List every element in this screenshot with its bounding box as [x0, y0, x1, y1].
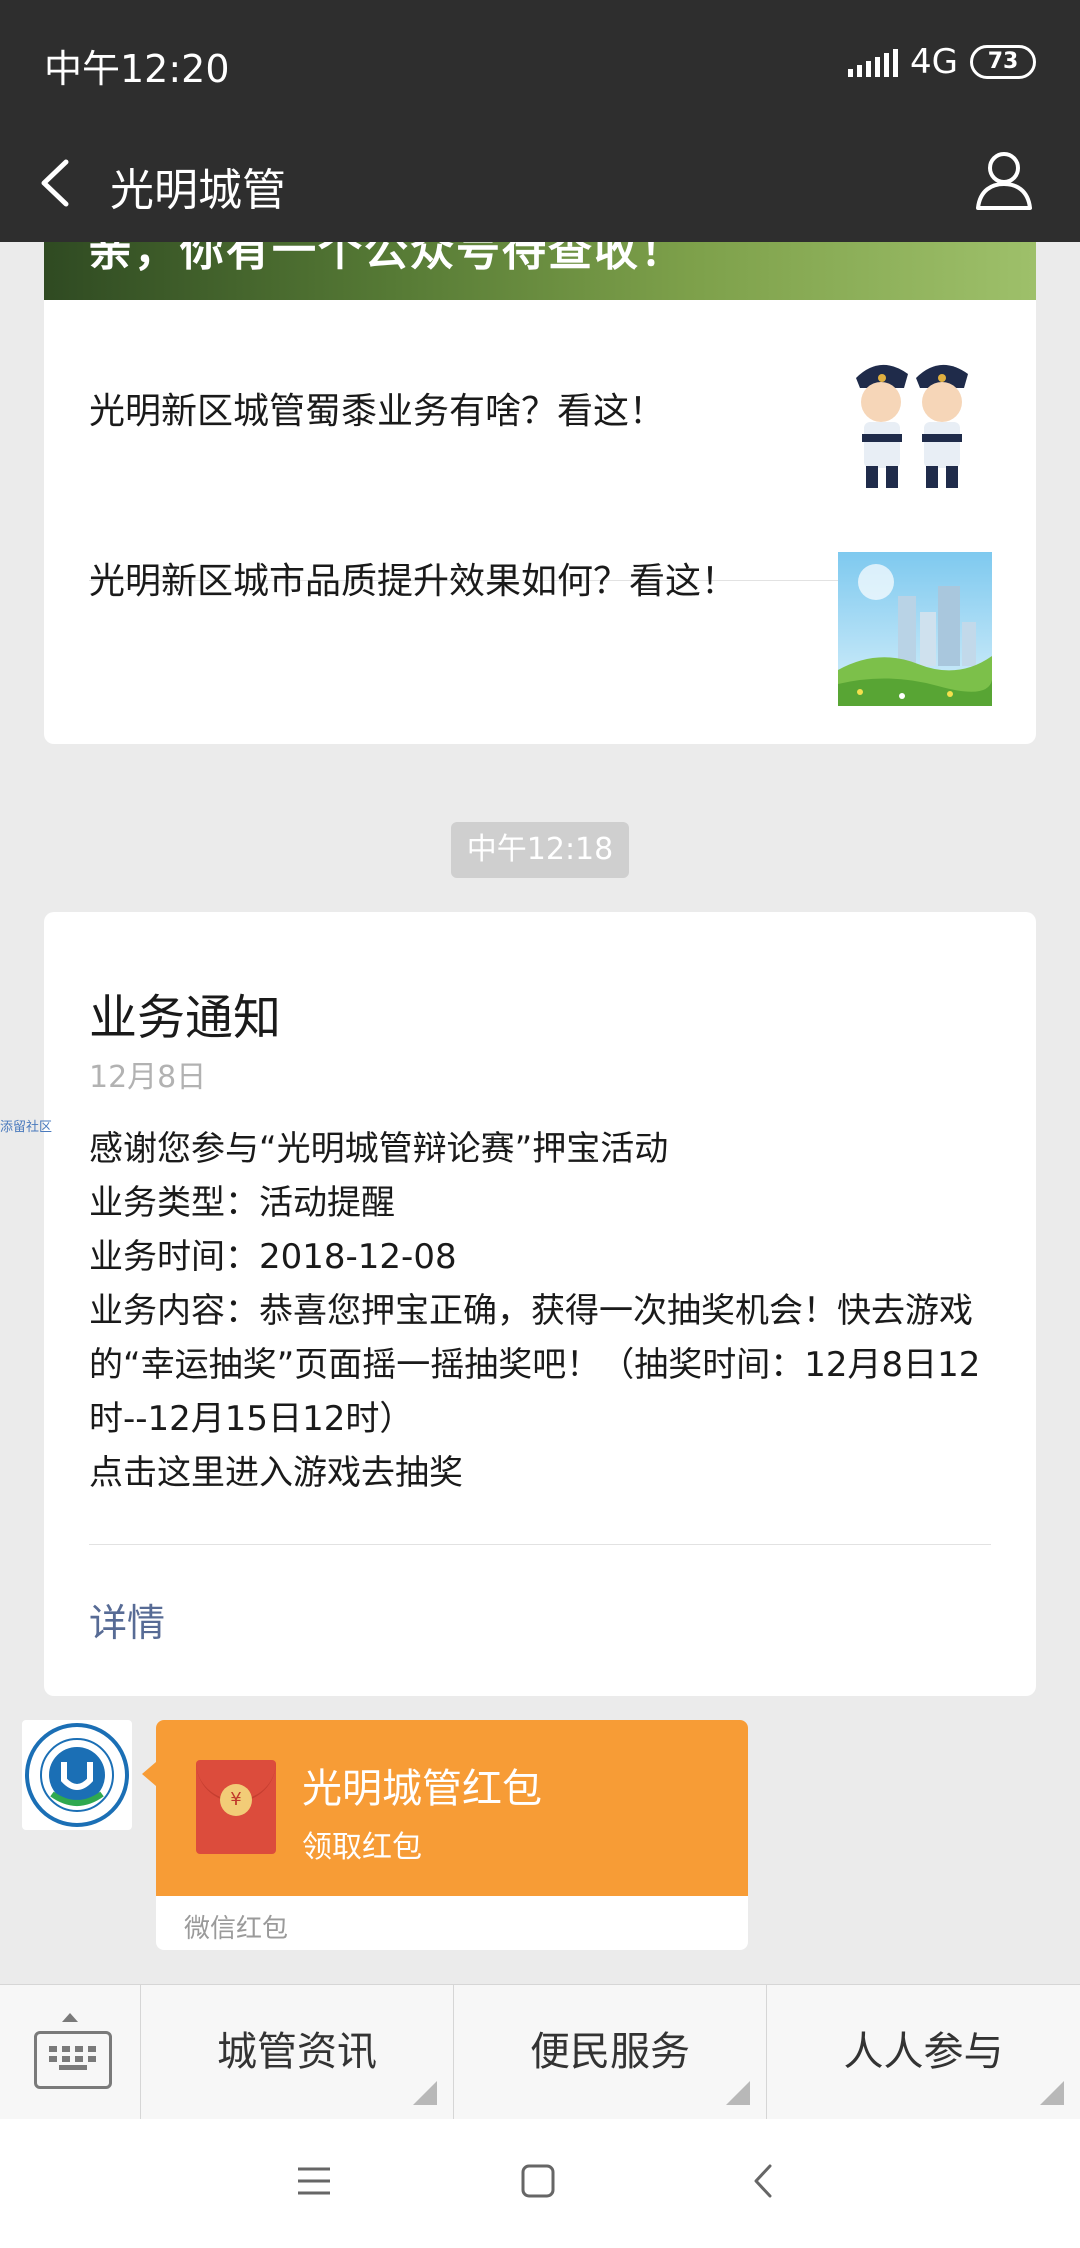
- notice-line: 感谢您参与“光明城管辩论赛”押宝活动: [89, 1129, 669, 1169]
- banner-text: 亲，你有一个公众号待查收！: [88, 242, 686, 276]
- nav-bar: 光明城管: [0, 124, 1080, 242]
- menu-item-services[interactable]: 便民服务: [454, 1985, 767, 2119]
- red-envelope-icon: ¥: [196, 1760, 276, 1854]
- article-item[interactable]: 光明新区城管蜀黍业务有啥？看这！: [44, 300, 1036, 581]
- red-packet-subtitle: 领取红包: [302, 1830, 422, 1865]
- keyboard-toggle-button[interactable]: [0, 1985, 141, 2119]
- article-title: 光明新区城市品质提升效果如何？看这！: [89, 561, 738, 602]
- caret-up-icon: [62, 2013, 78, 2022]
- city-park-thumbnail: [838, 552, 992, 706]
- side-tag: 添留社区: [0, 1120, 53, 1135]
- timestamp-badge: 中午12:18: [451, 822, 629, 878]
- status-bar: 中午12:20 4G 73: [0, 0, 1080, 124]
- submenu-indicator-icon: [726, 2081, 750, 2105]
- signal-icon: [848, 47, 899, 77]
- article-item[interactable]: 光明新区城市品质提升效果如何？看这！: [44, 524, 1036, 744]
- notice-body: 感谢您参与“光明城管辩论赛”押宝活动 业务类型：活动提醒 业务时间：2018-1…: [89, 1122, 999, 1500]
- back-icon[interactable]: [746, 2163, 782, 2199]
- page-title: 光明城管: [110, 165, 286, 216]
- system-navigation-bar: [0, 2119, 1080, 2248]
- menu-item-label: 人人参与: [843, 2029, 1004, 2075]
- details-link[interactable]: 详情: [89, 1592, 165, 1647]
- avatar[interactable]: [22, 1720, 132, 1830]
- red-packet-card[interactable]: ¥ 光明城管红包 领取红包 微信红包: [156, 1720, 748, 1950]
- notice-line: 业务内容：恭喜您押宝正确，获得一次抽奖机会！快去游戏的“幸运抽奖”页面摇一摇抽奖…: [89, 1291, 981, 1439]
- menu-item-news[interactable]: 城管资讯: [141, 1985, 454, 2119]
- submenu-indicator-icon: [1040, 2081, 1064, 2105]
- notice-line: 点击这里进入游戏去抽奖: [89, 1453, 463, 1493]
- red-packet-header: ¥ 光明城管红包 领取红包: [156, 1720, 748, 1896]
- menu-item-label: 城管资讯: [217, 2029, 377, 2075]
- bubble-arrow: [142, 1762, 156, 1786]
- user-profile-icon[interactable]: [974, 148, 1034, 212]
- bottom-menu: 城管资讯 便民服务 人人参与: [0, 1984, 1080, 2119]
- red-packet-footer: 微信红包: [184, 1914, 289, 1944]
- urban-management-logo-icon: [25, 1723, 129, 1827]
- article-banner-image[interactable]: 亲，你有一个公众号待查收！: [44, 242, 1036, 300]
- keyboard-icon: [34, 2031, 112, 2089]
- submenu-indicator-icon: [413, 2081, 437, 2105]
- home-icon[interactable]: [520, 2163, 556, 2199]
- status-indicators: 4G 73: [848, 42, 1036, 82]
- notice-title: 业务通知: [89, 990, 282, 1046]
- red-packet-title: 光明城管红包: [302, 1766, 542, 1812]
- status-time: 中午12:20: [44, 47, 230, 91]
- notice-card[interactable]: 业务通知 12月8日 感谢您参与“光明城管辩论赛”押宝活动 业务类型：活动提醒 …: [44, 912, 1036, 1696]
- notice-date: 12月8日: [89, 1060, 207, 1095]
- divider: [89, 1544, 991, 1545]
- battery-icon: 73: [970, 45, 1036, 79]
- menu-item-participate[interactable]: 人人参与: [767, 1985, 1080, 2119]
- article-card: 亲，你有一个公众号待查收！ 光明新区城管蜀黍业务有啥？看这！ 光明新区城市品质提…: [44, 242, 1036, 744]
- notice-line: 业务时间：2018-12-08: [89, 1237, 457, 1277]
- menu-item-label: 便民服务: [530, 2029, 690, 2075]
- network-type: 4G: [910, 42, 958, 82]
- notice-line: 业务类型：活动提醒: [89, 1183, 395, 1223]
- menu-icon[interactable]: [296, 2163, 332, 2199]
- cartoon-officers-thumbnail: [838, 338, 992, 492]
- article-title: 光明新区城管蜀黍业务有啥？看这！: [89, 391, 666, 432]
- coin-icon: ¥: [220, 1784, 252, 1816]
- back-arrow-icon[interactable]: [36, 156, 76, 210]
